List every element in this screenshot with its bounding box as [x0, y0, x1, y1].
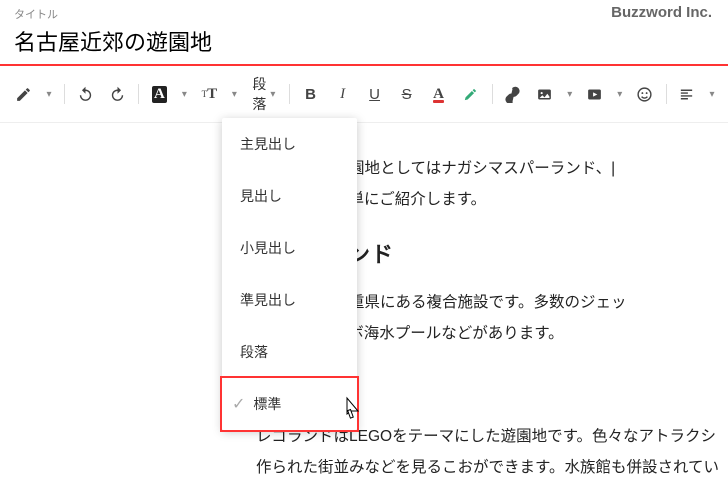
bold-button[interactable]: B [298, 81, 324, 107]
undo-icon[interactable] [72, 81, 98, 107]
check-icon: ✓ [232, 394, 245, 414]
dropdown-item-label: 標準 [253, 394, 281, 414]
video-icon[interactable] [582, 81, 608, 107]
dropdown-item-heading[interactable]: 見出し [222, 170, 357, 222]
chevron-down-icon[interactable]: ▾ [42, 81, 56, 107]
edit-icon[interactable] [10, 81, 36, 107]
chevron-down-icon[interactable]: ▾ [228, 81, 240, 107]
body-text: 作られた街並みなどを見るこおができます。水族館も併設されてい [256, 452, 728, 483]
dropdown-item-main-heading[interactable]: 主見出し [222, 118, 357, 170]
emoji-icon[interactable] [632, 81, 658, 107]
chevron-down-icon[interactable]: ▾ [564, 81, 576, 107]
font-color-button[interactable]: A [426, 81, 452, 107]
dropdown-item-paragraph[interactable]: 段落 [222, 326, 357, 378]
paragraph-select-label: 段落 [252, 74, 266, 114]
link-icon[interactable] [500, 81, 526, 107]
align-icon[interactable] [674, 81, 700, 107]
chevron-down-icon[interactable]: ▾ [706, 81, 718, 107]
font-bg-color-button[interactable]: A [146, 81, 172, 107]
paragraph-style-select[interactable]: 段落 ▾ [246, 74, 281, 114]
brand-label: Buzzword Inc. [611, 4, 712, 21]
strikethrough-button[interactable]: S [394, 81, 420, 107]
chevron-down-icon[interactable]: ▾ [614, 81, 626, 107]
toolbar: ▾ A ▾ TT ▾ 段落 ▾ B I U S A ▾ ▾ ▾ [0, 66, 728, 123]
image-icon[interactable] [532, 81, 558, 107]
chevron-down-icon: ▾ [270, 89, 275, 100]
chevron-down-icon[interactable]: ▾ [178, 81, 190, 107]
highlight-button[interactable] [458, 81, 484, 107]
paragraph-style-dropdown: 主見出し 見出し 小見出し 準見出し 段落 ✓ 標準 [222, 118, 357, 430]
dropdown-item-normal[interactable]: ✓ 標準 [220, 376, 359, 432]
redo-icon[interactable] [104, 81, 130, 107]
dropdown-item-sub-heading[interactable]: 小見出し [222, 222, 357, 274]
underline-button[interactable]: U [362, 81, 388, 107]
dropdown-item-minor-heading[interactable]: 準見出し [222, 274, 357, 326]
font-size-button[interactable]: TT [196, 81, 222, 107]
title-input[interactable] [0, 24, 728, 66]
italic-button[interactable]: I [330, 81, 356, 107]
editor-content[interactable]: 軽に行ける遊園地としてはナガシマスパーランド、| 設について簡単にご紹介します。… [0, 123, 728, 483]
